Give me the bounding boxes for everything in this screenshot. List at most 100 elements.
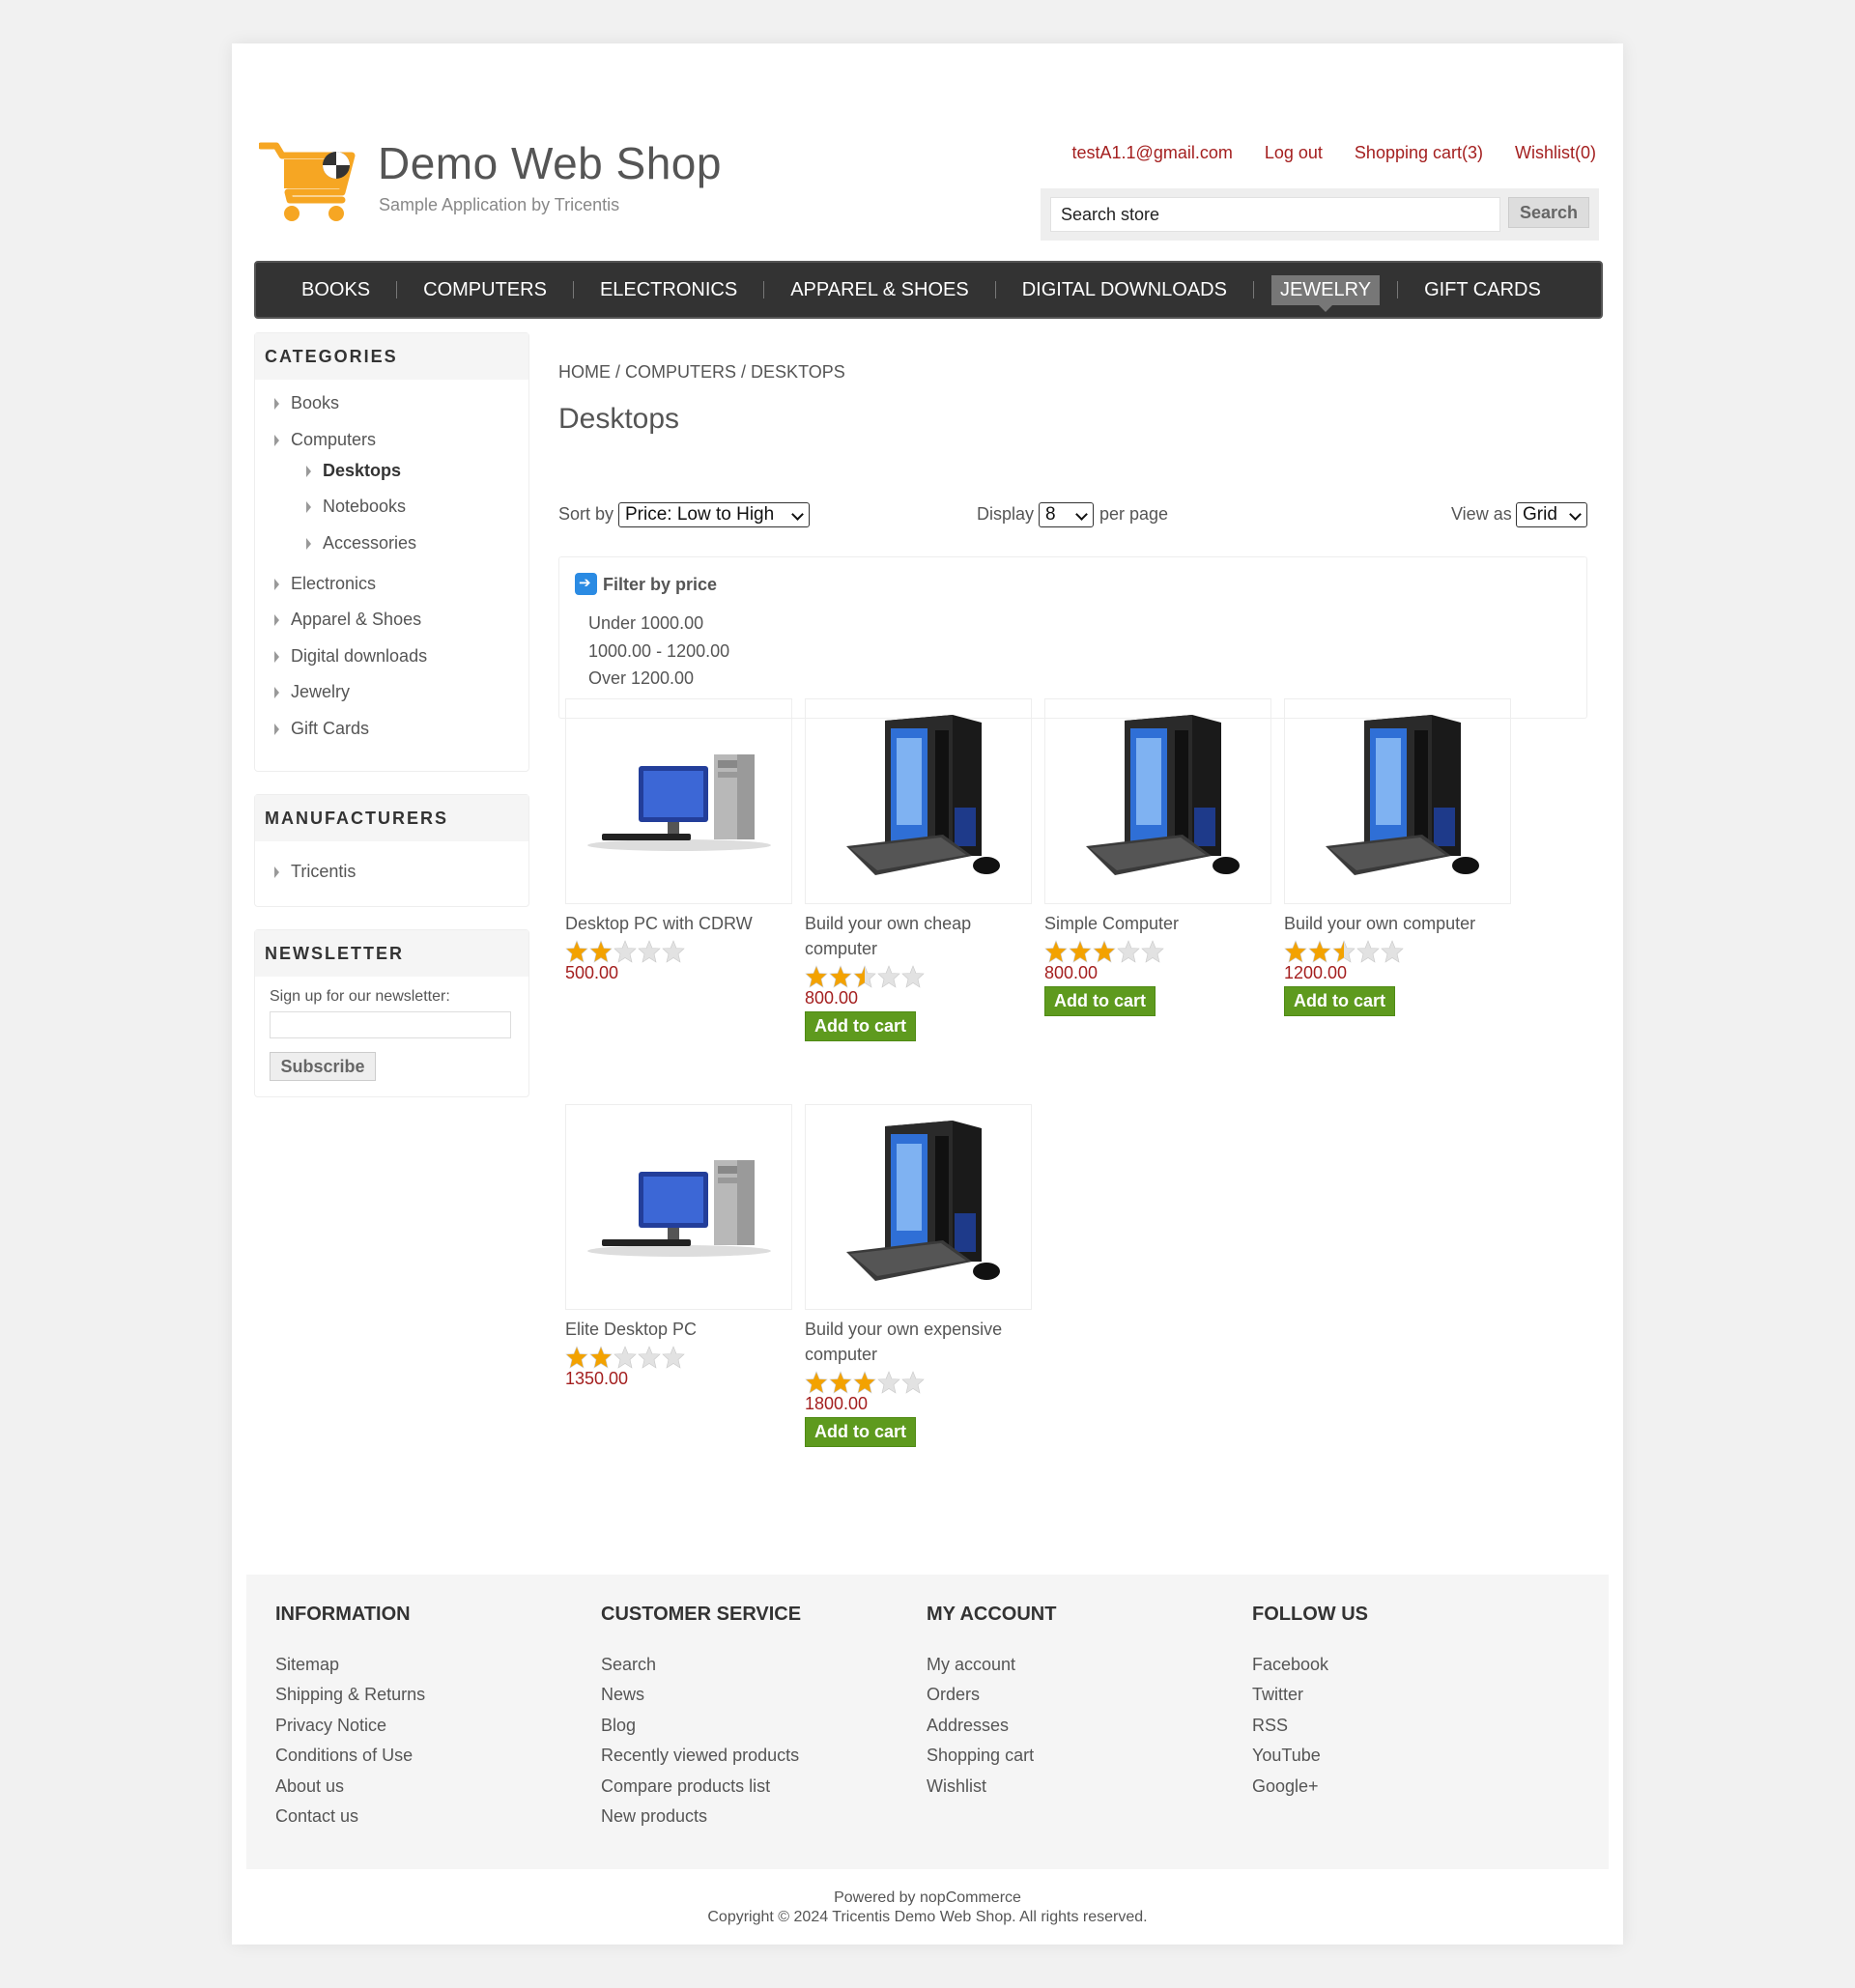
add-to-cart-button[interactable]: Add to cart [805,1417,917,1447]
footer-link[interactable]: Shipping & Returns [275,1685,425,1705]
filter-title: Filter by price [603,575,718,594]
product-title[interactable]: Elite Desktop PC [565,1317,792,1342]
star-icon [1308,940,1331,963]
add-to-cart-button[interactable]: Add to cart [1044,986,1156,1016]
footer-link[interactable]: YouTube [1252,1746,1321,1766]
category-computers[interactable]: Computers [274,430,376,450]
product-title[interactable]: Build your own expensive computer [805,1317,1032,1367]
category-books[interactable]: Books [274,393,339,413]
star-icon [901,965,925,988]
breadcrumb: HOME / COMPUTERS / DESKTOPS [558,362,845,383]
menu-item-books[interactable]: BOOKS [275,279,396,301]
product-image[interactable] [805,1104,1032,1310]
star-icon [565,940,588,963]
manufacturer-tricentis[interactable]: Tricentis [274,862,356,882]
header-links: testA1.1@gmail.com Log out Shopping cart… [1072,143,1596,163]
footer-link[interactable]: Compare products list [601,1776,770,1797]
star-icon [638,940,661,963]
search-button[interactable]: Search [1508,197,1589,228]
breadcrumb-home[interactable]: HOME [558,362,611,382]
footer-link[interactable]: Conditions of Use [275,1746,413,1766]
product-image[interactable] [805,698,1032,904]
category-apparel-shoes[interactable]: Apparel & Shoes [274,610,421,630]
star-icon [1069,940,1092,963]
product-title[interactable]: Build your own computer [1284,911,1511,936]
footer-link[interactable]: Privacy Notice [275,1716,386,1736]
product-title[interactable]: Build your own cheap computer [805,911,1032,961]
star-icon [829,965,852,988]
logout-link[interactable]: Log out [1265,143,1323,163]
account-email-link[interactable]: testA1.1@gmail.com [1072,143,1233,163]
footer-link[interactable]: Twitter [1252,1685,1303,1705]
footer-link[interactable]: Orders [927,1685,980,1705]
footer-link[interactable]: About us [275,1776,344,1797]
menu-item-digital-downloads[interactable]: DIGITAL DOWNLOADS [996,279,1253,301]
subscribe-button[interactable]: Subscribe [270,1052,376,1081]
product-title[interactable]: Desktop PC with CDRW [565,911,792,936]
category-desktops[interactable]: Desktops [306,461,401,481]
star-icon [877,1371,900,1394]
product-item: Build your own computer 1200.00 Add to ca… [1284,698,1511,1016]
footer-link[interactable]: RSS [1252,1716,1288,1736]
footer-link[interactable]: New products [601,1806,707,1827]
shopping-cart-link[interactable]: Shopping cart(3) [1355,143,1483,163]
footer-link[interactable]: Wishlist [927,1776,986,1797]
page-container: Demo Web Shop Sample Application by Tric… [232,43,1623,1945]
footer-link[interactable]: Shopping cart [927,1746,1034,1766]
menu-item-electronics[interactable]: ELECTRONICS [574,279,763,301]
product-rating [1044,940,1271,963]
product-title[interactable]: Simple Computer [1044,911,1271,936]
search-input[interactable]: Search store [1050,197,1500,232]
footer-link[interactable]: My account [927,1655,1015,1675]
categories-block: CATEGORIES Books Computers Desktops Note… [254,332,529,772]
footer-link[interactable]: Recently viewed products [601,1746,799,1766]
category-accessories[interactable]: Accessories [306,533,416,554]
add-to-cart-button[interactable]: Add to cart [805,1011,917,1041]
footer-link[interactable]: Contact us [275,1806,358,1827]
star-icon [614,940,637,963]
newsletter-block: NEWSLETTER Sign up for our newsletter: S… [254,929,529,1097]
filter-option[interactable]: Under 1000.00 [588,613,703,634]
filter-option[interactable]: Over 1200.00 [588,668,694,689]
footer-link[interactable]: News [601,1685,644,1705]
sort-select[interactable]: Price: Low to High [618,502,810,527]
add-to-cart-button[interactable]: Add to cart [1284,986,1396,1016]
logo[interactable]: Demo Web Shop Sample Application by Tric… [259,94,721,227]
footer-link[interactable]: Blog [601,1716,636,1736]
menu-item-gift-cards[interactable]: GIFT CARDS [1398,279,1567,301]
category-notebooks[interactable]: Notebooks [306,497,406,517]
footer-link[interactable]: Sitemap [275,1655,339,1675]
product-image[interactable] [565,1104,792,1310]
menu-item-jewelry[interactable]: JEWELRY [1270,274,1381,312]
category-jewelry[interactable]: Jewelry [274,682,350,702]
breadcrumb-separator: / [615,362,621,382]
star-icon [1332,940,1356,963]
product-image[interactable] [565,698,792,904]
breadcrumb-computers[interactable]: COMPUTERS [625,362,736,382]
category-digital-downloads[interactable]: Digital downloads [274,646,427,667]
display-select[interactable]: 8 [1039,502,1094,527]
menu-item-computers[interactable]: COMPUTERS [397,279,573,301]
footer-link[interactable]: Facebook [1252,1655,1328,1675]
footer-credits: Powered by nopCommerce Copyright © 2024 … [232,1889,1623,1927]
categories-title: CATEGORIES [255,333,528,380]
product-item: Build your own cheap computer 800.00 Add … [805,698,1032,1041]
menu-item-apparel-shoes[interactable]: APPAREL & SHOES [764,279,995,301]
footer-link[interactable]: Search [601,1655,656,1675]
footer-link[interactable]: Google+ [1252,1776,1319,1797]
product-image[interactable] [1284,698,1511,904]
star-icon [662,1346,685,1369]
wishlist-link[interactable]: Wishlist(0) [1515,143,1596,163]
footer-link[interactable]: Addresses [927,1716,1009,1736]
arrow-right-icon [575,573,597,595]
product-image[interactable] [1044,698,1271,904]
view-select[interactable]: Grid [1516,502,1587,527]
filter-option[interactable]: 1000.00 - 1200.00 [588,641,729,662]
logo-title: Demo Web Shop [378,138,722,188]
product-price: 800.00 [1044,963,1099,982]
category-gift-cards[interactable]: Gift Cards [274,719,369,739]
newsletter-email-input[interactable] [270,1011,511,1038]
monitor-pc-icon [583,745,776,866]
category-electronics[interactable]: Electronics [274,574,376,594]
newsletter-title: NEWSLETTER [255,930,528,977]
